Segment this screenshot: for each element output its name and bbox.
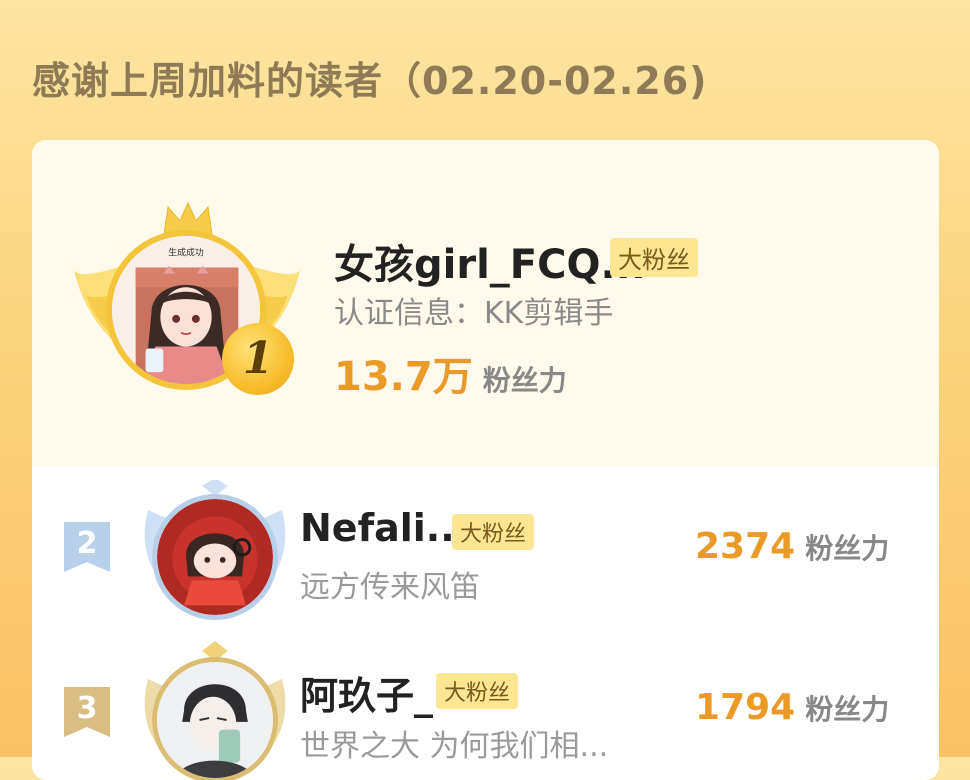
big-fan-badge: 大粉丝 — [610, 238, 698, 277]
chibi-avatar — [157, 499, 273, 615]
big-fan-badge: 大粉丝 — [436, 673, 519, 709]
fan-power-unit: 粉丝力 — [805, 532, 890, 565]
list-item[interactable]: 3 阿玖子_ 大粉丝 世界之大 为何我们相... 1794 粉丝力 — [32, 635, 939, 780]
rank-number: 3 — [76, 691, 98, 726]
fan-signature: 世界之大 为何我们相... — [300, 729, 609, 764]
page-heading: 感谢上周加料的读者（02.20-02.26) — [32, 59, 708, 103]
top-fan-entry[interactable]: 生成成功 1 女孩girl_FCQ... 大粉丝 认证信息：KK剪辑手 13.7… — [32, 140, 939, 466]
fan-power-unit: 粉丝力 — [482, 364, 567, 397]
avatar — [152, 657, 278, 780]
fan-power: 2374 粉丝力 — [695, 526, 889, 567]
fan-name[interactable]: 阿玖子_ — [300, 665, 433, 720]
fan-power-value: 1794 — [695, 687, 796, 728]
rank-1-medal: 1 — [222, 323, 294, 395]
fan-power: 1794 粉丝力 — [695, 687, 889, 728]
sketch-portrait — [157, 662, 273, 778]
avatar — [152, 494, 278, 620]
avatar-caption: 生成成功 — [168, 247, 204, 259]
rank-number: 2 — [76, 526, 98, 561]
fan-power-unit: 粉丝力 — [805, 693, 890, 726]
fan-power-value: 13.7万 — [334, 354, 473, 400]
certification-info: 认证信息：KK剪辑手 — [334, 296, 614, 331]
fan-ranking-card: 生成成功 1 女孩girl_FCQ... 大粉丝 认证信息：KK剪辑手 13.7… — [32, 140, 939, 780]
big-fan-badge: 大粉丝 — [452, 514, 535, 550]
fan-power: 13.7万 粉丝力 — [334, 344, 567, 402]
fan-name[interactable]: Nefali... — [300, 506, 469, 550]
fan-power-value: 2374 — [695, 526, 796, 567]
fan-signature: 远方传来风笛 — [300, 570, 480, 605]
rank-1-avatar-frame: 生成成功 1 — [72, 195, 302, 405]
list-item[interactable]: 2 Nefali... 大粉丝 远方传来风笛 2374 粉丝力 — [32, 480, 939, 620]
top-fan-name[interactable]: 女孩girl_FCQ... — [334, 232, 646, 290]
